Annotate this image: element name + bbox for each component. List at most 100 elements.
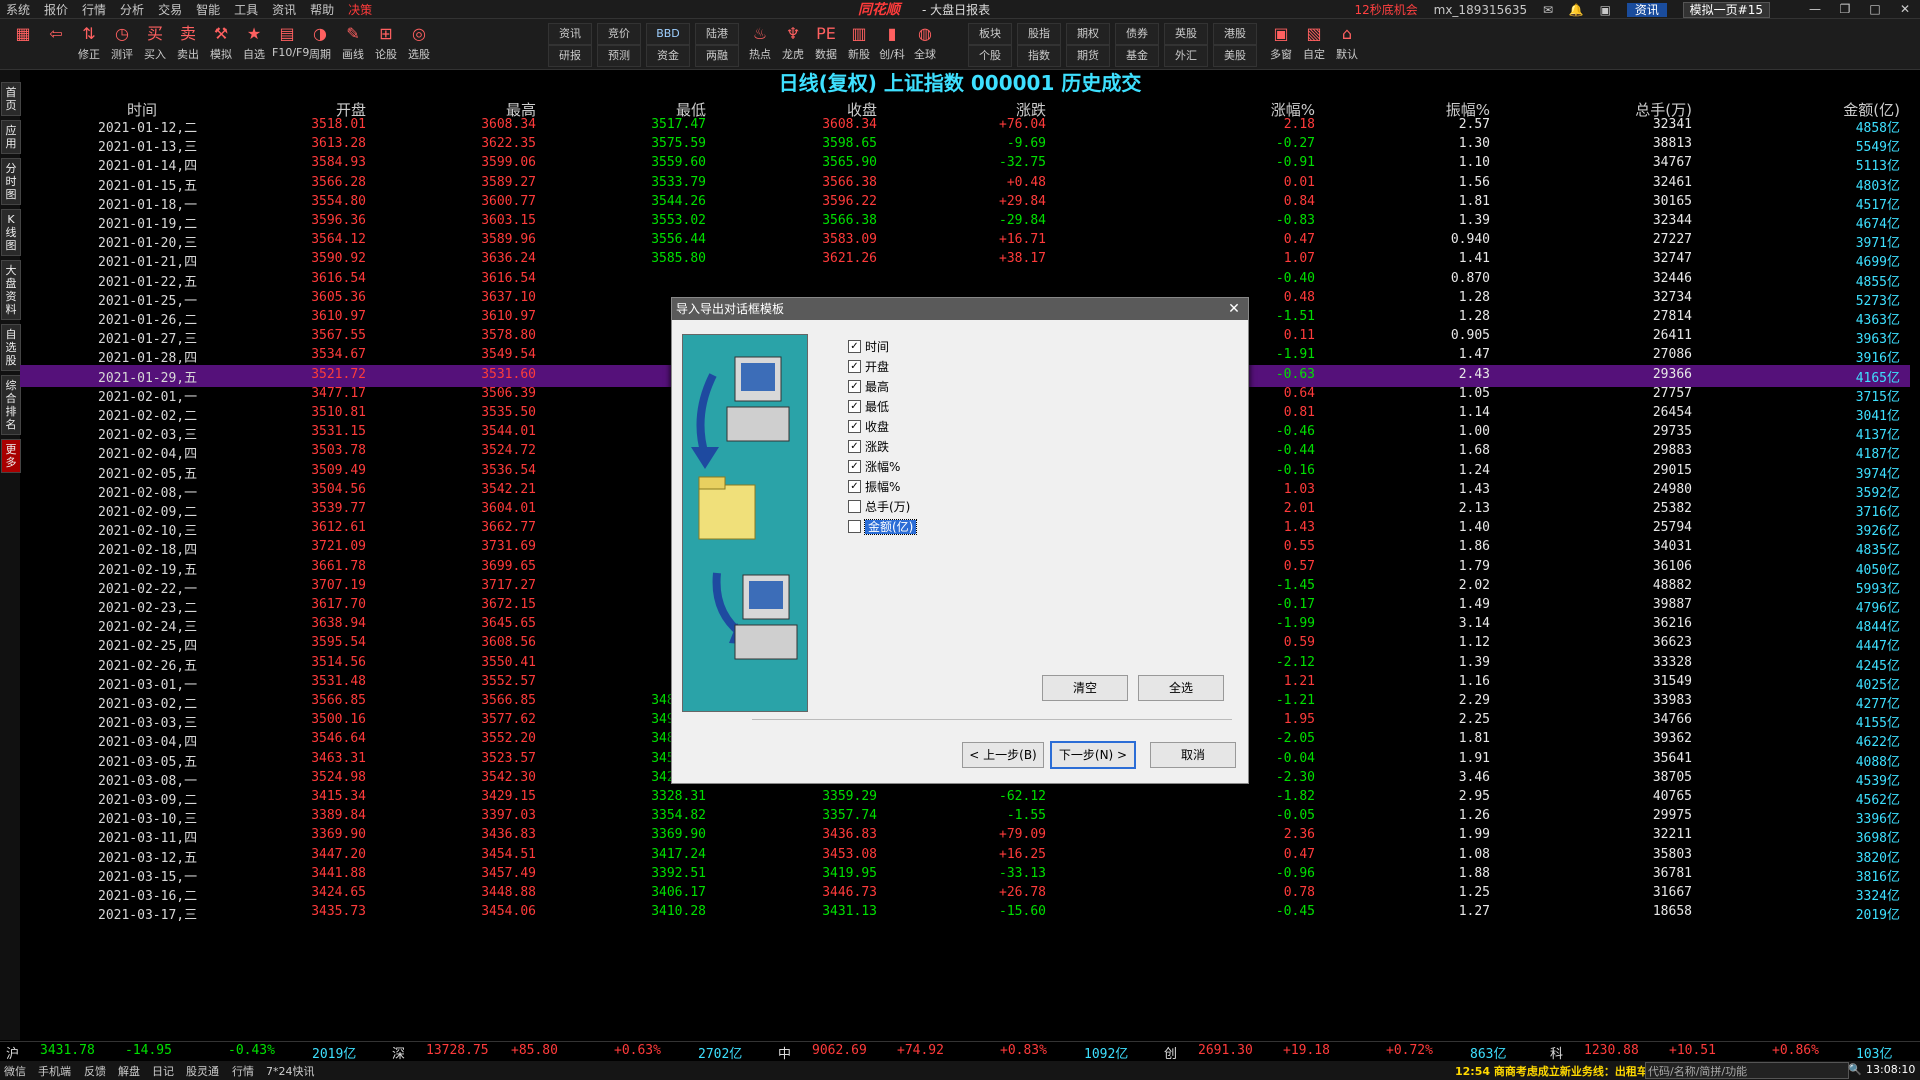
side-tab-4[interactable]: 大盘资料 (1, 260, 21, 320)
clear-button[interactable]: 清空 (1042, 675, 1128, 701)
field-checkbox-1[interactable]: ✓ 开盘 (848, 358, 889, 376)
toolbar-个股[interactable]: 个股 (968, 45, 1012, 67)
checkbox[interactable]: ✓ (848, 480, 861, 493)
toolbar-预测[interactable]: 预测 (597, 45, 641, 67)
side-tab-7[interactable]: 更多 (1, 439, 21, 473)
toolbar-创/科[interactable]: ▮ 创/科 (877, 21, 907, 67)
bottom-link-6[interactable]: 行情 (232, 1063, 254, 1079)
toolbar-热点[interactable]: ♨ 热点 (745, 21, 775, 67)
menu-1[interactable]: 报价 (44, 3, 68, 17)
mode-select[interactable]: 模拟一页#15 (1682, 2, 1770, 18)
back-button[interactable]: < 上一步(B) (962, 742, 1044, 768)
toolbar-债券[interactable]: 债券 (1115, 23, 1159, 45)
bottom-link-0[interactable]: 微信 (4, 1063, 26, 1079)
bottom-link-2[interactable]: 反馈 (84, 1063, 106, 1079)
checkbox[interactable]: ✓ (848, 460, 861, 473)
restore-icon[interactable]: ❐ (1830, 0, 1860, 18)
toolbar-期权[interactable]: 期权 (1066, 23, 1110, 45)
menu-3[interactable]: 分析 (120, 3, 144, 17)
toolbar-陆港[interactable]: 陆港 (695, 23, 739, 45)
toolbar-测评[interactable]: ◷ 测评 (107, 21, 137, 67)
search-input[interactable]: 代码/名称/简拼/功能 (1645, 1062, 1849, 1079)
side-tab-2[interactable]: 分时图 (1, 158, 21, 205)
bottom-link-4[interactable]: 日记 (152, 1063, 174, 1079)
field-checkbox-4[interactable]: ✓ 收盘 (848, 418, 889, 436)
bottom-link-3[interactable]: 解盘 (118, 1063, 140, 1079)
checkbox[interactable]: ✓ (848, 380, 861, 393)
field-checkbox-5[interactable]: ✓ 涨跌 (848, 438, 889, 456)
toolbar-资金[interactable]: 资金 (646, 45, 690, 67)
bottom-link-5[interactable]: 股灵通 (186, 1063, 219, 1079)
toolbar-竞价[interactable]: 竞价 (597, 23, 641, 45)
toolbar-多窗[interactable]: ▣ 多窗 (1266, 21, 1296, 67)
checkbox[interactable]: ✓ (848, 420, 861, 433)
toolbar-论股[interactable]: ⊞ 论股 (371, 21, 401, 67)
toolbar-新股[interactable]: ▥ 新股 (844, 21, 874, 67)
toolbar-外汇[interactable]: 外汇 (1164, 45, 1208, 67)
index-1-name[interactable]: 深 (392, 1043, 405, 1062)
checkbox[interactable]: ✓ (848, 360, 861, 373)
toolbar-港股[interactable]: 港股 (1213, 23, 1257, 45)
toolbar-龙虎[interactable]: ♆ 龙虎 (778, 21, 808, 67)
bottom-link-1[interactable]: 手机端 (38, 1063, 71, 1079)
field-checkbox-6[interactable]: ✓ 涨幅% (848, 458, 900, 476)
minimize-icon[interactable]: — (1800, 0, 1830, 18)
menu-2[interactable]: 行情 (82, 3, 106, 17)
bell-icon[interactable]: 🔔 (1569, 3, 1584, 17)
promo-link[interactable]: 12秒底机会 (1355, 3, 1418, 17)
side-tab-6[interactable]: 综合排名 (1, 375, 21, 435)
search-icon[interactable]: 🔍 (1848, 1063, 1862, 1076)
toolbar-指数[interactable]: 指数 (1017, 45, 1061, 67)
select-all-button[interactable]: 全选 (1138, 675, 1224, 701)
menu-0[interactable]: 系统 (6, 3, 30, 17)
checkbox[interactable]: ✓ (848, 400, 861, 413)
table-row[interactable]: 2021-03-17,三 3435.73 3454.06 3410.28 3431.13… (20, 902, 1910, 924)
toolbar-btn0[interactable]: ▦ (8, 21, 38, 67)
side-tab-1[interactable]: 应用 (1, 120, 21, 154)
toolbar-数据[interactable]: PE 数据 (811, 21, 841, 67)
toolbar-BBD[interactable]: BBD (646, 23, 690, 45)
checkbox[interactable]: ✓ (848, 340, 861, 353)
cancel-button[interactable]: 取消 (1150, 742, 1236, 768)
menu-8[interactable]: 帮助 (310, 3, 334, 17)
toolbar-默认[interactable]: ⌂ 默认 (1332, 21, 1362, 67)
field-checkbox-0[interactable]: ✓ 时间 (848, 338, 889, 356)
toolbar-F10/F9[interactable]: ▤ F10/F9 (272, 21, 309, 67)
close-icon[interactable]: ✕ (1890, 0, 1920, 18)
side-tab-5[interactable]: 自选股 (1, 324, 21, 371)
field-checkbox-3[interactable]: ✓ 最低 (848, 398, 889, 416)
gift-icon[interactable]: ▣ (1600, 3, 1611, 17)
index-0-name[interactable]: 沪 (6, 1043, 19, 1062)
toolbar-研报[interactable]: 研报 (548, 45, 592, 67)
dialog-titlebar[interactable]: 导入导出对话框模板 ✕ (672, 298, 1248, 320)
toolbar-买入[interactable]: 买买入 (140, 21, 170, 67)
mail-icon[interactable]: ✉ (1543, 3, 1553, 17)
dialog-close-icon[interactable]: ✕ (1226, 298, 1242, 320)
toolbar-周期[interactable]: ◑ 周期 (305, 21, 335, 67)
maximize-icon[interactable]: □ (1860, 0, 1890, 18)
menu-6[interactable]: 工具 (234, 3, 258, 17)
toolbar-股指[interactable]: 股指 (1017, 23, 1061, 45)
toolbar-卖出[interactable]: 卖卖出 (173, 21, 203, 67)
field-checkbox-2[interactable]: ✓ 最高 (848, 378, 889, 396)
index-4-name[interactable]: 科 (1550, 1043, 1563, 1062)
menu-5[interactable]: 智能 (196, 3, 220, 17)
menu-decision[interactable]: 决策 (348, 3, 372, 17)
index-2-name[interactable]: 中 (778, 1043, 791, 1062)
toolbar-基金[interactable]: 基金 (1115, 45, 1159, 67)
toolbar-期货[interactable]: 期货 (1066, 45, 1110, 67)
next-button[interactable]: 下一步(N) > (1050, 741, 1136, 769)
toolbar-全球[interactable]: ◍ 全球 (910, 21, 940, 67)
toolbar-板块[interactable]: 板块 (968, 23, 1012, 45)
toolbar-美股[interactable]: 美股 (1213, 45, 1257, 67)
menu-4[interactable]: 交易 (158, 3, 182, 17)
field-checkbox-8[interactable]: 总手(万) (848, 498, 910, 516)
toolbar-模拟[interactable]: ⚒ 模拟 (206, 21, 236, 67)
user-name[interactable]: mx_189315635 (1434, 3, 1528, 17)
checkbox[interactable] (848, 520, 861, 533)
bottom-link-7[interactable]: 7*24快讯 (266, 1063, 315, 1079)
toolbar-自选[interactable]: ★ 自选 (239, 21, 269, 67)
side-tab-3[interactable]: K线图 (1, 209, 21, 256)
toolbar-选股[interactable]: ◎ 选股 (404, 21, 434, 67)
toolbar-资讯[interactable]: 资讯 (548, 23, 592, 45)
